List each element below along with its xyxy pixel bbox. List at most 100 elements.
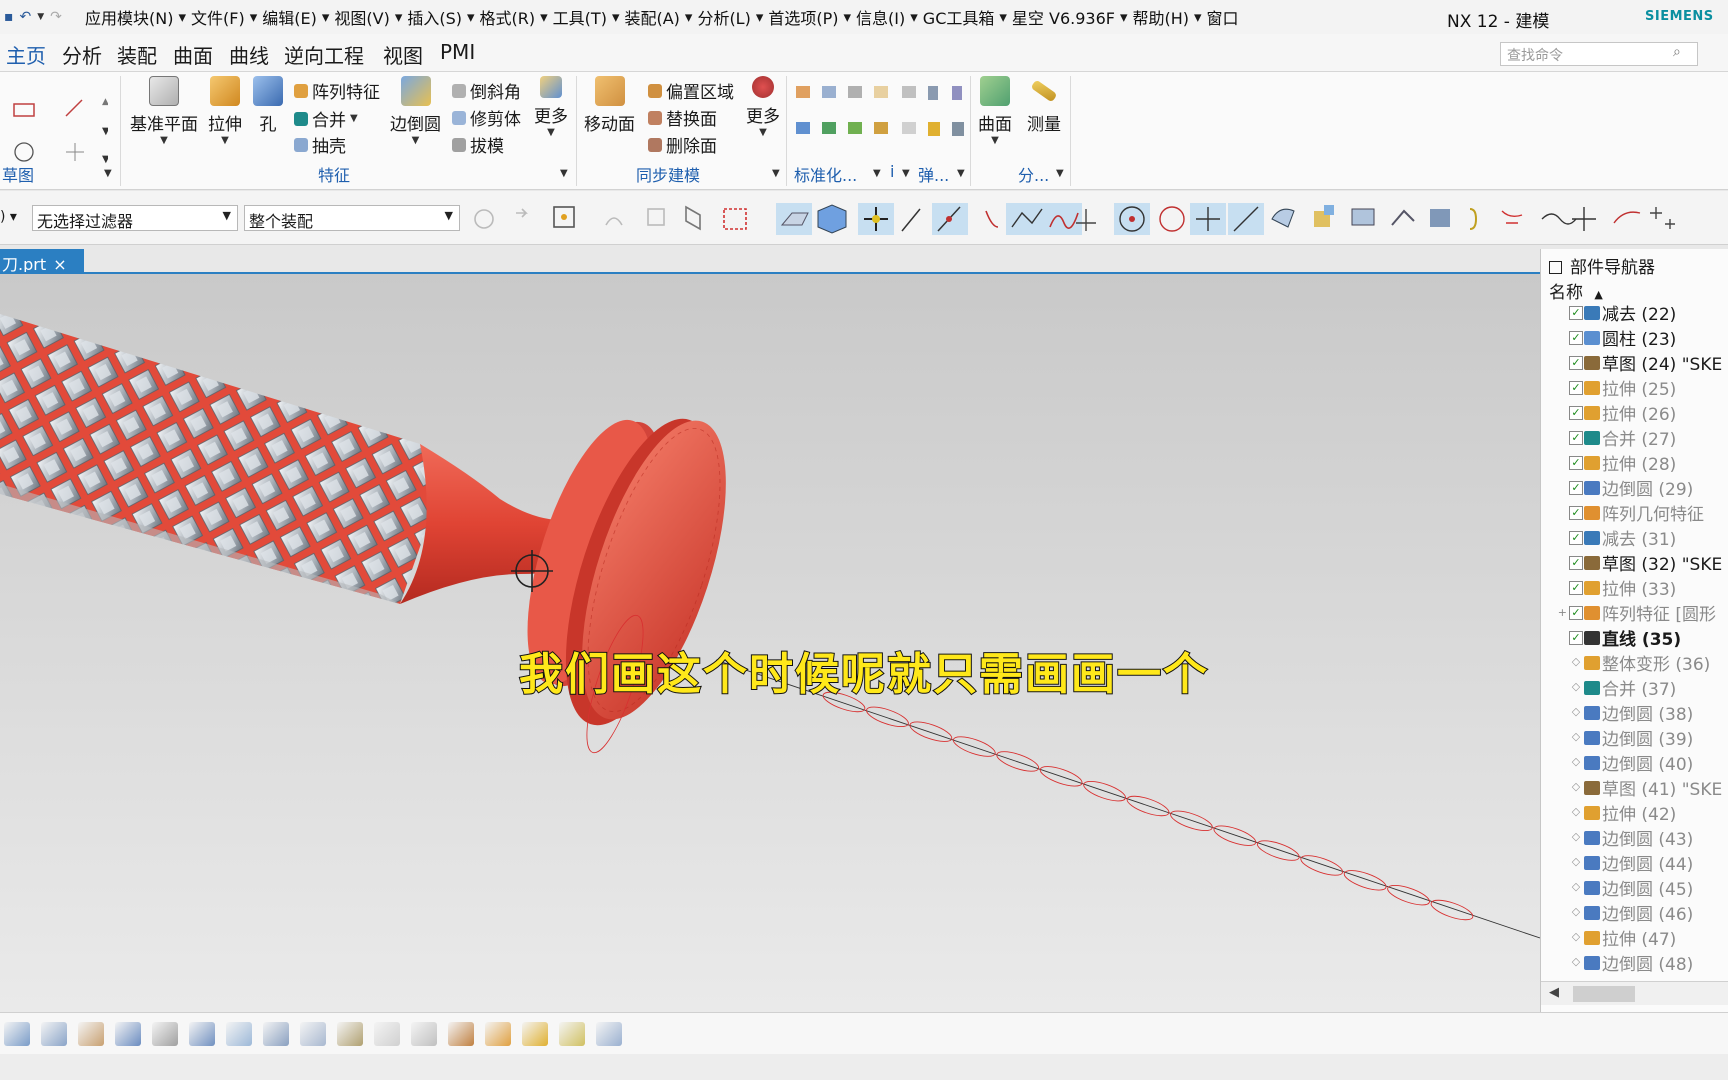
navigator-row[interactable]: ◇ 拉伸 (47) — [1541, 925, 1728, 950]
navigator-row[interactable]: + ✓ 阵列特征 [圆形 — [1541, 600, 1728, 625]
navigator-row[interactable]: ✓ 拉伸 (28) — [1541, 450, 1728, 475]
bottom-tool-icon[interactable] — [189, 1022, 215, 1046]
menu-item[interactable]: 文件(F) — [186, 5, 250, 29]
tab-surface[interactable]: 曲面 — [173, 40, 213, 69]
visibility-checkbox[interactable]: ✓ — [1569, 330, 1583, 345]
navigator-horizontal-scrollbar[interactable]: ◀ — [1541, 981, 1728, 1005]
suppressed-diamond-icon[interactable]: ◇ — [1569, 955, 1583, 970]
suppressed-diamond-icon[interactable]: ◇ — [1569, 680, 1583, 695]
visibility-checkbox[interactable]: ✓ — [1569, 580, 1583, 595]
more-features-button[interactable]: 更多 ▼ — [534, 76, 568, 138]
visibility-checkbox[interactable]: ✓ — [1569, 630, 1583, 645]
edge-blend-button[interactable]: 边倒圆 ▼ — [390, 76, 441, 146]
standardization-tools[interactable] — [792, 80, 982, 152]
tab-analysis[interactable]: 分析 — [62, 40, 102, 69]
document-tab[interactable]: 刀.prt × — [0, 249, 84, 274]
bottom-tool-icon[interactable] — [448, 1022, 474, 1046]
bottom-tool-icon[interactable] — [411, 1022, 437, 1046]
menu-dropdown-icon[interactable]: ▾ — [1120, 8, 1128, 26]
datum-plane-button[interactable]: 基准平面 ▼ — [130, 76, 198, 146]
navigator-row[interactable]: ◇ 边倒圆 (48) — [1541, 950, 1728, 975]
suppressed-diamond-icon[interactable]: ◇ — [1569, 830, 1583, 845]
replace-face-button[interactable]: 替换面 — [648, 105, 717, 130]
bottom-tool-icon[interactable] — [337, 1022, 363, 1046]
suppressed-diamond-icon[interactable]: ◇ — [1569, 780, 1583, 795]
menu-dropdown-icon[interactable]: ▾ — [844, 8, 852, 26]
menu-item[interactable]: 信息(I) — [851, 5, 910, 29]
navigator-row[interactable]: ✓ 拉伸 (33) — [1541, 575, 1728, 600]
visibility-checkbox[interactable]: ✓ — [1569, 530, 1583, 545]
menu-item[interactable]: 应用模块(N) — [80, 5, 178, 29]
bottom-tool-icon[interactable] — [4, 1022, 30, 1046]
bottom-tool-icon[interactable] — [374, 1022, 400, 1046]
suppressed-diamond-icon[interactable]: ◇ — [1569, 805, 1583, 820]
menu-dropdown-icon[interactable]: ▾ — [540, 8, 548, 26]
snap-tools[interactable] — [466, 199, 1728, 239]
redo-icon[interactable]: ↷ — [50, 9, 62, 25]
chevron-down-icon[interactable]: ▼ — [957, 168, 965, 179]
visibility-checkbox[interactable]: ✓ — [1569, 555, 1583, 570]
menu-dropdown-icon[interactable]: ▾ — [756, 8, 764, 26]
save-icon[interactable]: ▪ — [4, 9, 14, 25]
navigator-row[interactable]: ◇ 边倒圆 (44) — [1541, 850, 1728, 875]
bottom-tool-icon[interactable] — [226, 1022, 252, 1046]
command-search-input[interactable]: 查找命令 — [1500, 42, 1698, 66]
menu-item[interactable]: 分析(L) — [692, 5, 755, 29]
hole-button[interactable]: 孔 — [253, 76, 283, 135]
navigator-row[interactable]: ◇ 边倒圆 (39) — [1541, 725, 1728, 750]
navigator-row[interactable]: ✓ 拉伸 (26) — [1541, 400, 1728, 425]
chevron-down-icon[interactable]: ▼ — [873, 168, 881, 179]
chevron-down-icon[interactable]: ▼ — [104, 168, 112, 179]
chevron-down-icon[interactable]: ▼ — [1056, 168, 1064, 179]
undo-dropdown-icon[interactable]: ▼ — [37, 12, 44, 22]
bottom-tool-icon[interactable] — [596, 1022, 622, 1046]
navigator-row[interactable]: ✓ 减去 (22) — [1541, 300, 1728, 325]
pattern-feature-button[interactable]: 阵列特征 — [294, 78, 380, 103]
bottom-tool-icon[interactable] — [485, 1022, 511, 1046]
suppressed-diamond-icon[interactable]: ◇ — [1569, 905, 1583, 920]
chamfer-button[interactable]: 倒斜角 — [452, 78, 521, 103]
tab-curve[interactable]: 曲线 — [229, 40, 269, 69]
visibility-checkbox[interactable]: ✓ — [1569, 455, 1583, 470]
measure-button[interactable]: 测量 — [1027, 76, 1061, 135]
navigator-row[interactable]: ◇ 边倒圆 (43) — [1541, 825, 1728, 850]
scroll-left-icon[interactable]: ◀ — [1549, 985, 1559, 1000]
unite-button[interactable]: 合并 ▼ — [294, 106, 358, 131]
type-filter-select[interactable]: 无选择过滤器 ▼ — [32, 205, 238, 231]
navigator-row[interactable]: ◇ 边倒圆 (46) — [1541, 900, 1728, 925]
menu-dropdown-icon[interactable]: ▾ — [395, 8, 403, 26]
navigator-row[interactable]: ◇ 草图 (41) "SKE — [1541, 775, 1728, 800]
suppressed-diamond-icon[interactable]: ◇ — [1569, 705, 1583, 720]
menu-item[interactable]: 视图(V) — [329, 5, 394, 29]
bottom-tool-icon[interactable] — [78, 1022, 104, 1046]
tab-assembly[interactable]: 装配 — [117, 40, 157, 69]
suppressed-diamond-icon[interactable]: ◇ — [1569, 880, 1583, 895]
move-face-button[interactable]: 移动面 — [584, 76, 635, 135]
visibility-checkbox[interactable]: ✓ — [1569, 380, 1583, 395]
navigator-row[interactable]: ✓ 直线 (35) — [1541, 625, 1728, 650]
menu-dropdown-icon[interactable]: ▾ — [910, 8, 918, 26]
chevron-down-icon[interactable]: ▼ — [560, 168, 568, 179]
navigator-row[interactable]: ✓ 边倒圆 (29) — [1541, 475, 1728, 500]
visibility-checkbox[interactable]: ✓ — [1569, 305, 1583, 320]
visibility-checkbox[interactable]: ✓ — [1569, 605, 1583, 620]
menu-item[interactable]: 星空 V6.936F — [1007, 5, 1120, 29]
bottom-tool-icon[interactable] — [41, 1022, 67, 1046]
scope-select[interactable]: 整个装配 ▼ — [244, 205, 460, 231]
surface-button[interactable]: 曲面 ▼ — [978, 76, 1012, 146]
visibility-checkbox[interactable]: ✓ — [1569, 480, 1583, 495]
menu-dropdown-icon[interactable]: ▾ — [612, 8, 620, 26]
bottom-tool-icon[interactable] — [559, 1022, 585, 1046]
more-sync-button[interactable]: 更多 ▼ — [746, 76, 780, 138]
suppressed-diamond-icon[interactable]: ◇ — [1569, 755, 1583, 770]
search-icon[interactable]: ⌕ — [1673, 44, 1691, 62]
menu-dropdown-icon[interactable]: ▾ — [250, 8, 258, 26]
scrollbar-thumb[interactable] — [1573, 986, 1635, 1002]
menu-item[interactable]: GC工具箱 — [918, 5, 1000, 29]
bottom-tool-icon[interactable] — [522, 1022, 548, 1046]
menu-item[interactable]: 窗口 — [1202, 5, 1244, 29]
bottom-tool-icon[interactable] — [152, 1022, 178, 1046]
expand-icon[interactable]: + — [1541, 606, 1569, 619]
tab-reverse-engineering[interactable]: 逆向工程 — [284, 40, 364, 69]
menu-item[interactable]: 装配(A) — [619, 5, 684, 29]
